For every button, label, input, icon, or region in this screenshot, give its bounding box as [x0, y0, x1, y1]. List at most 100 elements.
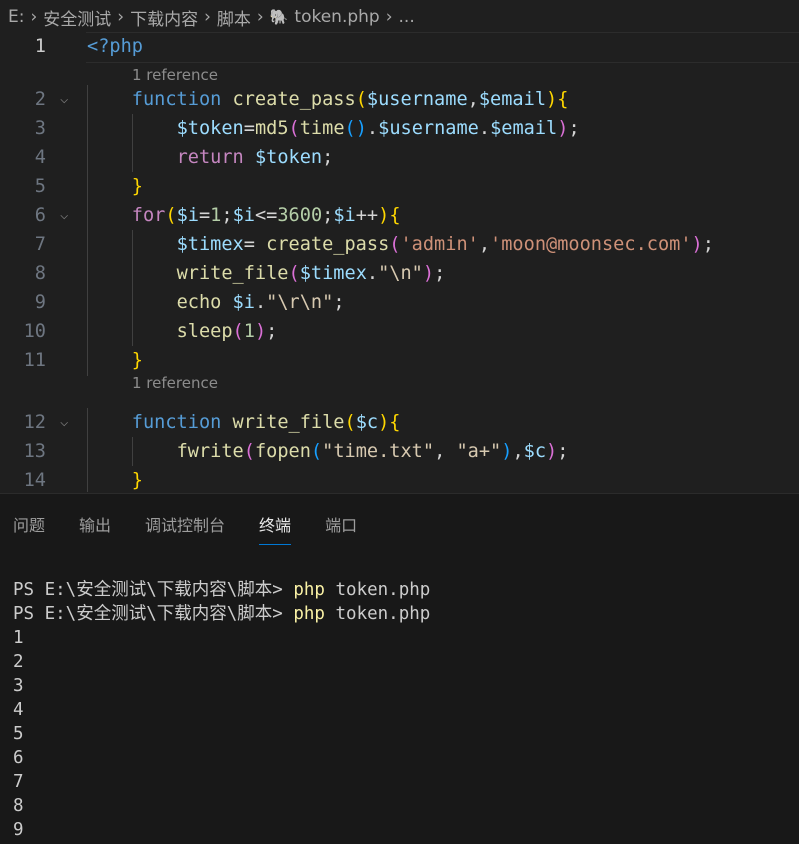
code-line: 2 ⌵ function create_pass($username,$email… [0, 85, 799, 114]
code-token: md5 [254, 118, 289, 139]
chevron-down-icon[interactable]: ⌵ [60, 85, 68, 114]
code-token: $timex [299, 263, 367, 284]
code-token: $timex [176, 234, 244, 255]
code-text: $timex= create_pass('admin','moon@moonse… [87, 230, 714, 259]
code-token: ) [378, 205, 390, 226]
code-token: function [131, 412, 222, 433]
tab-4[interactable]: 端口 [325, 512, 357, 545]
code-line: 8 write_file($timex."\n"); [0, 259, 799, 288]
line-number: 8 [34, 263, 46, 284]
terminal-output[interactable]: PS E:\安全测试\下载内容\脚本> php token.php PS E:\安… [13, 578, 430, 842]
code-token: ) [691, 234, 703, 255]
code-token: 1 [243, 321, 255, 342]
code-token: ( [344, 118, 356, 139]
code-token: <?php [87, 36, 143, 57]
tab-1[interactable]: 输出 [79, 512, 111, 545]
code-token: . [366, 118, 379, 139]
code-token: ) [355, 118, 367, 139]
code-token: ; [322, 147, 334, 168]
code-token: ( [389, 234, 401, 255]
terminal-output-line: 4 [13, 700, 24, 720]
code-token: , [512, 441, 524, 462]
tab-3[interactable]: 终端 [259, 512, 292, 545]
chevron-right-icon: › [30, 7, 38, 27]
code-token: $i [176, 205, 199, 226]
code-editor[interactable]: 1 reference 1 reference 1 <?php 2 ⌵ function … [0, 32, 799, 492]
terminal-args: token.php [324, 604, 431, 624]
line-number: 4 [34, 147, 46, 168]
code-token: fopen [254, 441, 311, 462]
code-token: ) [378, 412, 390, 433]
line-number: 10 [23, 321, 46, 342]
tab-2[interactable]: 调试控制台 [145, 512, 225, 545]
code-token: function [131, 89, 222, 110]
code-token: } [131, 470, 143, 491]
terminal-output-line: 6 [13, 748, 24, 768]
code-token: ; [221, 205, 233, 226]
terminal-prompt: PS E:\安全测试\下载内容\脚本> [13, 580, 294, 600]
chevron-right-icon: › [204, 7, 211, 27]
code-line: 7 $timex= create_pass('admin','moon@moon… [0, 230, 799, 259]
code-token: ( [355, 89, 367, 110]
code-text: } [87, 172, 143, 201]
line-number: 11 [23, 350, 46, 371]
code-token: ( [288, 263, 300, 284]
code-line: 10 sleep(1); [0, 317, 799, 346]
breadcrumb-item[interactable]: E: [8, 7, 24, 27]
code-token: return [176, 147, 244, 168]
tab-0[interactable]: 问题 [13, 512, 45, 545]
code-text: fwrite(fopen("time.txt", "a+"),$c); [87, 437, 569, 466]
code-token: "\r\n" [266, 292, 334, 313]
code-token: "a+" [456, 441, 502, 462]
code-token: create_pass [266, 234, 390, 255]
bottom-panel: 问题 输出 调试控制台 终端 端口 PS E:\安全测试\下载内容\脚本> php to… [0, 493, 799, 844]
code-token: $username [366, 89, 468, 110]
code-text: } [87, 466, 143, 492]
breadcrumb-item[interactable]: 下载内容 [130, 5, 198, 30]
code-token: . [366, 263, 379, 284]
code-token: ) [422, 263, 435, 284]
code-token: ; [557, 441, 569, 462]
code-text: function create_pass($username,$email){ [87, 85, 569, 114]
code-token: ( [288, 118, 300, 139]
code-token: <= [254, 205, 278, 226]
breadcrumb-item[interactable]: 安全测试 [43, 5, 111, 30]
code-text: <?php [87, 32, 143, 61]
code-token: write_file [176, 263, 289, 284]
line-number: 3 [34, 118, 46, 139]
breadcrumb-item[interactable]: 脚本 [217, 5, 251, 30]
code-token: fwrite [176, 441, 244, 462]
terminal-output-line: 7 [13, 772, 24, 792]
code-token: $username [378, 118, 479, 139]
code-token: ) [557, 118, 569, 139]
breadcrumb-item[interactable]: ... [399, 7, 415, 27]
chevron-down-icon[interactable]: ⌵ [60, 408, 68, 437]
code-token: $token [254, 147, 323, 168]
code-token: { [557, 89, 569, 110]
code-token: write_file [232, 412, 345, 433]
code-token: ; [434, 263, 446, 284]
code-line: 12 ⌵ function write_file($c){ [0, 408, 799, 437]
code-token: 'moon@moonsec.com' [490, 234, 692, 255]
chevron-down-icon[interactable]: ⌵ [60, 201, 68, 230]
code-token: ) [546, 89, 558, 110]
line-number: 12 [23, 412, 46, 433]
code-line: 14 } [0, 466, 799, 492]
code-token: ) [546, 441, 558, 462]
code-token: ; [322, 205, 334, 226]
code-token: , [478, 234, 491, 255]
code-line: 5 } [0, 172, 799, 201]
line-number: 1 [34, 36, 46, 57]
code-token: ( [243, 441, 255, 462]
code-token: echo [176, 292, 222, 313]
terminal-output-line: 5 [13, 724, 24, 744]
code-token: $c [355, 412, 379, 433]
terminal-output-line: 8 [13, 796, 24, 816]
code-token: sleep [176, 321, 233, 342]
breadcrumb-item[interactable]: token.php [294, 7, 379, 27]
